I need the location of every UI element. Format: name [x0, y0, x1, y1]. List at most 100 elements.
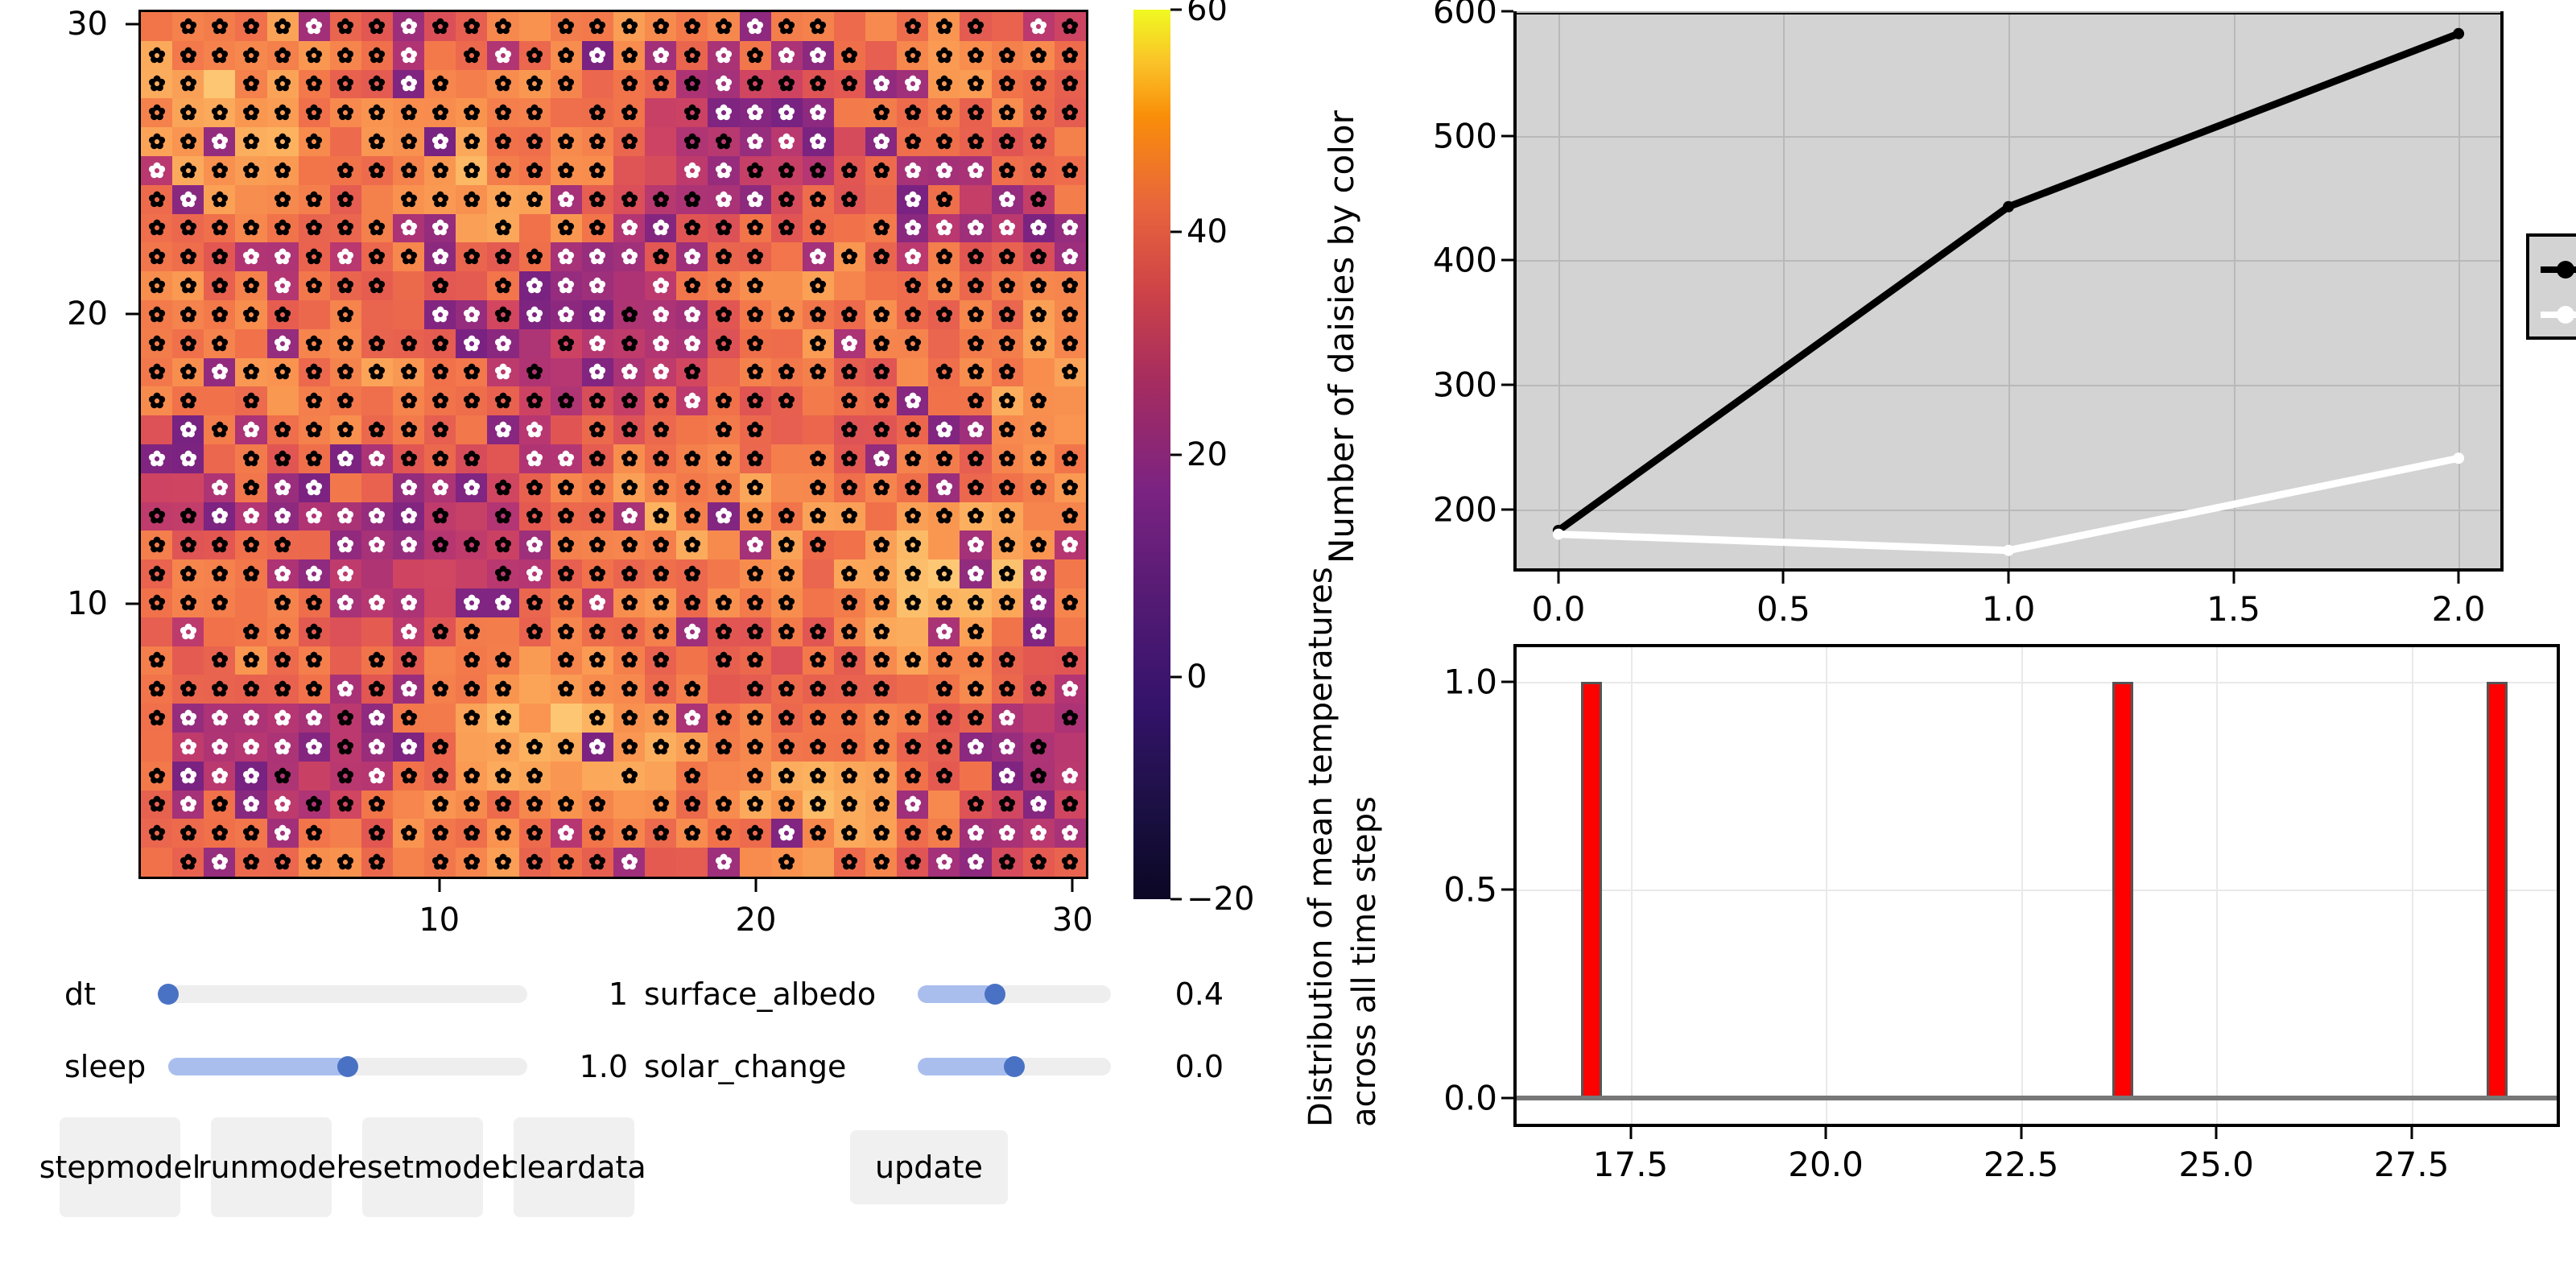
slider-track-surface-albedo[interactable]: [918, 984, 1111, 1005]
slider-fill-sleep: [167, 1058, 348, 1075]
grid-cell: [928, 646, 960, 675]
black-daisy-icon: [400, 392, 417, 409]
legend-entry-white[interactable]: white: [2541, 295, 2576, 334]
grid-cell: [329, 155, 361, 185]
black-daisy-icon: [306, 623, 323, 639]
grid-cell: [960, 184, 992, 214]
grid-cell: [581, 271, 613, 300]
grid-cell: [204, 732, 236, 762]
grid-cell: [708, 328, 740, 358]
step-model-button[interactable]: step model: [39, 1117, 200, 1217]
histogram-bar[interactable]: [2112, 681, 2133, 1098]
grid-cell: [487, 646, 519, 675]
grid-cell: [393, 675, 425, 704]
grid-cell: [424, 386, 456, 416]
black-daisy-icon: [242, 364, 259, 380]
grid-cell: [424, 704, 456, 733]
histogram-bar[interactable]: [2487, 681, 2508, 1098]
grid-cell: [1022, 12, 1055, 41]
black-daisy-icon: [747, 824, 764, 841]
black-daisy-icon: [463, 680, 480, 697]
grid-canvas[interactable]: [138, 10, 1088, 879]
grid-cell: [645, 559, 677, 588]
grid-cell: [581, 617, 613, 646]
slider-knob-solar-change[interactable]: [1004, 1056, 1025, 1077]
grid-cell: [141, 69, 173, 99]
black-daisy-icon: [841, 162, 858, 179]
black-daisy-icon: [463, 191, 480, 207]
grid-cell: [518, 559, 551, 588]
grid-cell: [393, 617, 425, 646]
x-tick-label: 1.0: [1981, 589, 2036, 629]
slider-track-dt[interactable]: [157, 984, 527, 1005]
grid-cell: [991, 271, 1023, 300]
black-daisy-icon: [148, 76, 165, 92]
black-daisy-icon: [1062, 104, 1079, 121]
black-daisy-icon: [148, 709, 165, 726]
grid-cell: [1022, 502, 1055, 531]
black-daisy-icon: [148, 796, 165, 812]
grid-cell: [676, 848, 708, 877]
grid-cell: [1054, 155, 1086, 185]
black-daisy-icon: [1030, 680, 1047, 697]
grid-cell: [613, 559, 646, 588]
grid-cell: [613, 328, 646, 358]
black-daisy-icon: [747, 162, 764, 179]
grid-cell: [897, 213, 929, 243]
clear-data-button[interactable]: clear data: [502, 1117, 646, 1217]
black-daisy-icon: [810, 623, 827, 639]
white-daisy-icon: [463, 479, 480, 495]
run-model-button[interactable]: run model: [198, 1117, 345, 1217]
grid-cell: [424, 617, 456, 646]
grid-cell: [550, 386, 582, 416]
legend-entry-black[interactable]: black: [2541, 250, 2576, 289]
grid-cell: [802, 271, 834, 300]
white-daisy-icon: [211, 133, 228, 150]
grid-cell: [487, 848, 519, 877]
histogram-plot-area[interactable]: [1513, 644, 2560, 1127]
black-daisy-icon: [148, 536, 165, 553]
grid-cell: [518, 732, 551, 762]
grid-cell: [172, 242, 204, 272]
black-daisy-icon: [211, 248, 228, 265]
white-daisy-icon: [1062, 824, 1079, 841]
black-daisy-icon: [463, 824, 480, 841]
black-daisy-icon: [841, 392, 858, 409]
slider-track-sleep[interactable]: [167, 1056, 527, 1077]
white-daisy-icon: [715, 47, 732, 63]
reset-model-button[interactable]: reset model: [336, 1117, 509, 1217]
histogram-bar[interactable]: [1581, 681, 1602, 1098]
slider-track-solar-change[interactable]: [918, 1056, 1111, 1077]
black-daisy-icon: [967, 277, 985, 294]
black-daisy-icon: [1030, 767, 1047, 783]
white-daisy-icon: [306, 479, 323, 495]
black-daisy-icon: [526, 191, 543, 207]
slider-knob-dt[interactable]: [157, 984, 179, 1005]
black-daisy-icon: [558, 47, 575, 63]
black-daisy-icon: [369, 162, 386, 179]
black-daisy-icon: [810, 738, 827, 755]
white-daisy-icon: [810, 133, 827, 150]
grid-cell: [266, 98, 299, 128]
grid-cell: [298, 40, 330, 70]
white-daisy-icon: [935, 623, 952, 639]
line-chart-legend[interactable]: black white: [2526, 233, 2576, 340]
grid-cell: [1022, 588, 1055, 617]
black-daisy-icon: [967, 508, 985, 524]
slider-knob-surface-albedo[interactable]: [985, 984, 1005, 1005]
grid-cell: [897, 646, 929, 675]
black-daisy-icon: [935, 191, 952, 207]
grid-cell: [928, 12, 960, 41]
grid-cell: [581, 98, 613, 128]
slider-knob-sleep[interactable]: [336, 1056, 358, 1077]
grid-cell: [361, 848, 394, 877]
grid-cell: [581, 40, 613, 70]
grid-cell: [1054, 271, 1086, 300]
grid-cell: [487, 761, 519, 791]
black-daisy-icon: [967, 594, 985, 611]
grid-cell: [141, 444, 173, 473]
update-button[interactable]: update: [850, 1130, 1008, 1204]
black-daisy-icon: [810, 335, 827, 351]
grid-cell: [928, 271, 960, 300]
grid-cell: [361, 617, 394, 646]
